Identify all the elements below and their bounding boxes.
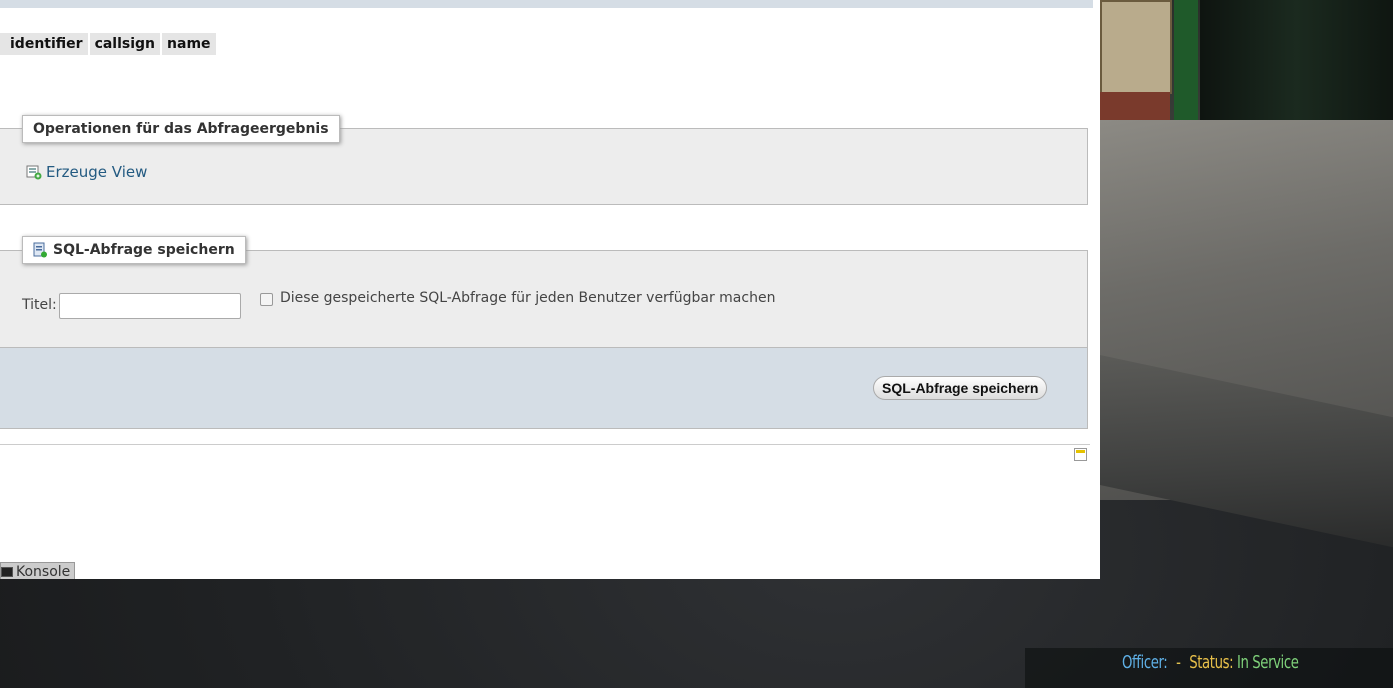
share-checkbox-label[interactable]: Diese gespeicherte SQL-Abfrage für jeden… [280, 290, 775, 306]
hud-officer-label: Officer: [1122, 652, 1168, 673]
green-pillar [1174, 0, 1198, 135]
create-view-link[interactable]: Erzeuge View [26, 163, 147, 181]
operations-legend-text: Operationen für das Abfrageergebnis [33, 121, 329, 137]
bar-window [1200, 0, 1393, 120]
save-query-legend-text: SQL-Abfrage speichern [53, 242, 235, 258]
result-table-header: identifier callsign name [0, 33, 218, 55]
hud-officer-value: - [1176, 652, 1181, 673]
title-label: Titel: [22, 297, 57, 313]
share-checkbox[interactable] [260, 293, 273, 306]
top-bar [0, 0, 1093, 8]
hud-status-label: Status: [1189, 652, 1234, 673]
column-header-name[interactable]: name [162, 33, 218, 55]
operations-legend: Operationen für das Abfrageergebnis [22, 115, 340, 143]
hud-status-value: In Service [1236, 652, 1299, 673]
divider [0, 444, 1090, 445]
hud-status-line: Officer: - Status: In Service [1122, 652, 1299, 673]
column-header-identifier[interactable]: identifier [0, 33, 90, 55]
notepad-icon[interactable] [1074, 448, 1087, 461]
bar-sign [1100, 0, 1172, 94]
create-view-label[interactable]: Erzeuge View [46, 163, 147, 181]
phpmyadmin-panel: identifier callsign name Operationen für… [0, 0, 1100, 579]
console-tab[interactable]: Konsole [0, 562, 76, 580]
console-icon [1, 566, 13, 577]
save-query-legend: SQL-Abfrage speichern [22, 236, 246, 264]
console-label[interactable]: Konsole [16, 564, 70, 580]
column-header-callsign[interactable]: callsign [89, 33, 163, 55]
title-input[interactable] [59, 293, 241, 319]
bookmark-add-icon [33, 242, 47, 258]
create-view-icon [26, 165, 42, 180]
save-query-button[interactable]: SQL-Abfrage speichern [873, 376, 1048, 400]
